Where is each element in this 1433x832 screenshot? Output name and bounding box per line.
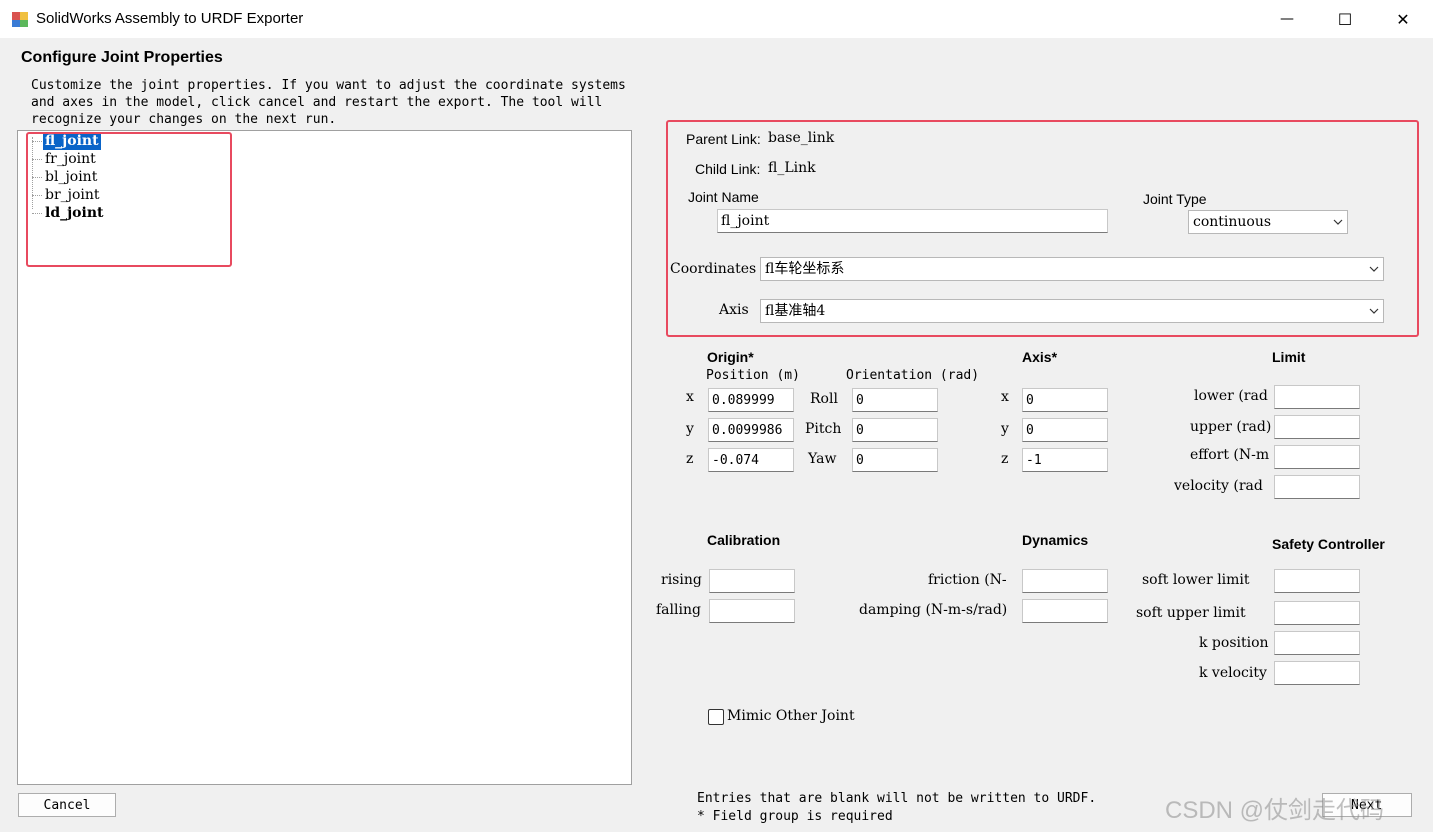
maximize-button[interactable]: ☐	[1316, 0, 1374, 38]
limit-upper-label: upper (rad)	[1190, 419, 1272, 435]
k-velocity-input[interactable]	[1274, 661, 1360, 685]
axis-z-input[interactable]	[1022, 448, 1108, 472]
axis-x-input[interactable]	[1022, 388, 1108, 412]
window-title: SolidWorks Assembly to URDF Exporter	[36, 10, 304, 27]
cancel-button[interactable]: Cancel	[18, 793, 116, 817]
axis-section-title: Axis*	[1022, 349, 1058, 365]
axis-z-label: z	[1001, 451, 1009, 467]
close-button[interactable]: ✕	[1374, 0, 1432, 38]
dynamics-friction-input[interactable]	[1022, 569, 1108, 593]
calibration-rising-input[interactable]	[709, 569, 795, 593]
soft-lower-limit-label: soft lower limit	[1142, 572, 1250, 588]
yaw-input[interactable]	[852, 448, 938, 472]
axis-y-label: y	[1001, 421, 1009, 437]
roll-input[interactable]	[852, 388, 938, 412]
tree-highlight-box	[26, 132, 232, 267]
mimic-label: Mimic Other Joint	[727, 708, 855, 724]
dynamics-title: Dynamics	[1022, 532, 1089, 548]
soft-lower-limit-input[interactable]	[1274, 569, 1360, 593]
limit-velocity-input[interactable]	[1274, 475, 1360, 499]
properties-highlight-box	[666, 120, 1419, 337]
safety-controller-title: Safety Controller	[1272, 536, 1385, 552]
minimize-icon: —	[1280, 11, 1294, 27]
limit-lower-input[interactable]	[1274, 385, 1360, 409]
blank-entries-note: Entries that are blank will not be writt…	[697, 791, 1097, 806]
k-velocity-label: k velocity	[1199, 665, 1267, 681]
close-icon: ✕	[1396, 9, 1410, 29]
calibration-falling-label: falling	[656, 602, 701, 618]
origin-y-label: y	[686, 421, 694, 437]
page-title: Configure Joint Properties	[21, 49, 223, 66]
origin-y-input[interactable]	[708, 418, 794, 442]
minimize-button[interactable]: —	[1258, 0, 1316, 38]
origin-z-label: z	[686, 451, 694, 467]
origin-x-label: x	[686, 389, 694, 405]
limit-lower-label: lower (rad	[1194, 388, 1268, 404]
orientation-label: Orientation (rad)	[846, 368, 980, 383]
maximize-icon: ☐	[1337, 9, 1353, 29]
watermark: CSDN @仗剑走代码	[1165, 797, 1385, 824]
axis-x-label: x	[1001, 389, 1009, 405]
soft-upper-limit-label: soft upper limit	[1136, 605, 1246, 621]
position-label: Position (m)	[706, 368, 800, 383]
pitch-input[interactable]	[852, 418, 938, 442]
limit-effort-input[interactable]	[1274, 445, 1360, 469]
dynamics-damping-input[interactable]	[1022, 599, 1108, 623]
k-position-input[interactable]	[1274, 631, 1360, 655]
instructions-text: Customize the joint properties. If you w…	[31, 78, 626, 127]
limit-velocity-label: velocity (rad	[1174, 478, 1263, 494]
soft-upper-limit-input[interactable]	[1274, 601, 1360, 625]
dynamics-friction-label: friction (N-	[928, 572, 1007, 588]
calibration-title: Calibration	[707, 532, 781, 548]
yaw-label: Yaw	[808, 451, 837, 467]
k-position-label: k position	[1199, 635, 1269, 651]
limit-effort-label: effort (N-m	[1190, 447, 1270, 463]
limit-title: Limit	[1272, 349, 1306, 365]
calibration-rising-label: rising	[661, 572, 702, 588]
mimic-checkbox[interactable]	[708, 709, 724, 725]
origin-x-input[interactable]	[708, 388, 794, 412]
origin-title: Origin*	[707, 349, 754, 365]
calibration-falling-input[interactable]	[709, 599, 795, 623]
required-note: * Field group is required	[697, 809, 893, 824]
origin-z-input[interactable]	[708, 448, 794, 472]
dynamics-damping-label: damping (N-m-s/rad)	[859, 602, 1008, 618]
app-icon	[11, 10, 29, 28]
pitch-label: Pitch	[805, 421, 842, 437]
roll-label: Roll	[810, 391, 838, 407]
axis-y-input[interactable]	[1022, 418, 1108, 442]
limit-upper-input[interactable]	[1274, 415, 1360, 439]
